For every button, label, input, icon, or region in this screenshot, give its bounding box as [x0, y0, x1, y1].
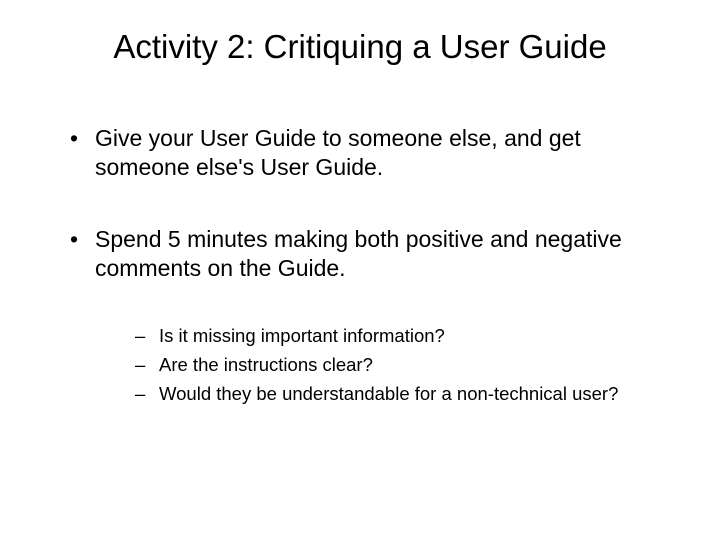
main-bullet-list: Give your User Guide to someone else, an…: [55, 124, 665, 407]
slide-container: Activity 2: Critiquing a User Guide Give…: [0, 0, 720, 540]
sub-bullet-item: Are the instructions clear?: [135, 353, 665, 378]
bullet-text: Spend 5 minutes making both positive and…: [95, 226, 622, 281]
slide-title: Activity 2: Critiquing a User Guide: [55, 28, 665, 66]
bullet-item: Spend 5 minutes making both positive and…: [67, 225, 665, 407]
sub-bullet-item: Is it missing important information?: [135, 324, 665, 349]
sub-bullet-list: Is it missing important information? Are…: [95, 324, 665, 407]
sub-bullet-item: Would they be understandable for a non-t…: [135, 382, 665, 407]
bullet-item: Give your User Guide to someone else, an…: [67, 124, 665, 183]
